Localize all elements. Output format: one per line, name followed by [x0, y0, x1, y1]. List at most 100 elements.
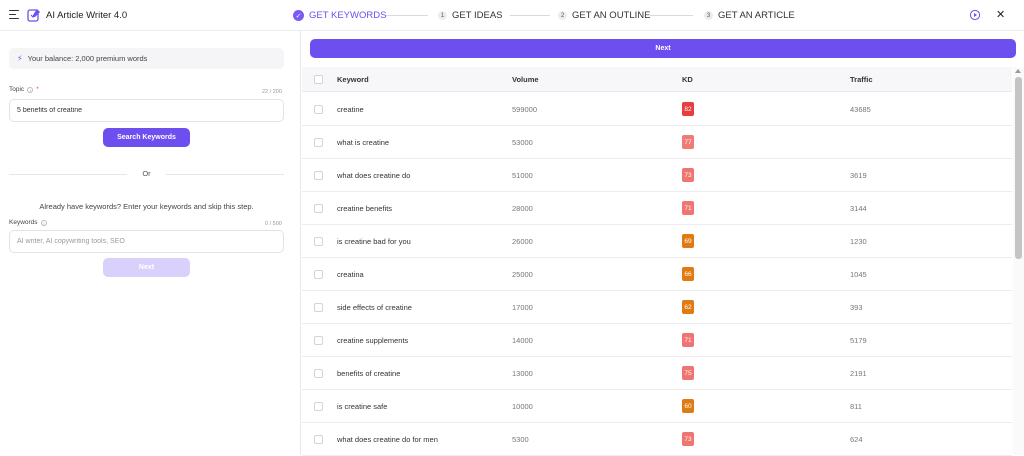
required-mark: *: [36, 86, 39, 93]
play-circle-icon[interactable]: [969, 9, 981, 21]
article-writer-logo-icon: [27, 9, 40, 22]
table-row[interactable]: what does creatine do for men 5300 73 624: [302, 423, 1012, 456]
keywords-char-counter: 0 / 500: [265, 221, 282, 227]
volume-cell: 13000: [512, 369, 533, 378]
table-row[interactable]: benefits of creatine 13000 75 2191: [302, 357, 1012, 390]
keywords-label-row: Keywords i: [9, 219, 47, 226]
table-row[interactable]: what is creatine 53000 77: [302, 126, 1012, 159]
kd-badge: 75: [682, 366, 694, 380]
step-number: 1: [438, 11, 447, 20]
lightning-icon: ⚡: [17, 54, 23, 63]
volume-cell: 26000: [512, 237, 533, 246]
column-traffic[interactable]: Traffic: [850, 75, 873, 84]
step-get-outline[interactable]: 2 GET AN OUTLINE: [558, 0, 650, 31]
table-row[interactable]: creatine 599000 82 43685: [302, 93, 1012, 126]
kd-badge: 66: [682, 267, 694, 281]
step-connector: [386, 15, 428, 16]
balance-text: Your balance: 2,000 premium words: [27, 54, 148, 63]
row-checkbox[interactable]: [314, 369, 323, 378]
table-header: Keyword Volume KD Traffic: [302, 67, 1012, 92]
traffic-cell: 811: [850, 402, 862, 411]
balance-banner: ⚡ Your balance: 2,000 premium words: [9, 48, 284, 69]
volume-cell: 10000: [512, 402, 533, 411]
table-row[interactable]: is creatine safe 10000 60 811: [302, 390, 1012, 423]
keyword-cell: is creatine bad for you: [337, 237, 411, 246]
step-number: 3: [704, 11, 713, 20]
or-text: Or: [142, 169, 151, 178]
row-checkbox[interactable]: [314, 105, 323, 114]
row-checkbox[interactable]: [314, 303, 323, 312]
volume-cell: 14000: [512, 336, 533, 345]
traffic-cell: 3619: [850, 171, 867, 180]
step-number: 2: [558, 11, 567, 20]
row-checkbox[interactable]: [314, 237, 323, 246]
app-title: AI Article Writer 4.0: [46, 10, 128, 21]
table-row[interactable]: creatine supplements 14000 71 5179: [302, 324, 1012, 357]
step-get-ideas[interactable]: 1 GET IDEAS: [438, 0, 503, 31]
step-get-article[interactable]: 3 GET AN ARTICLE: [704, 0, 795, 31]
keyword-cell: creatina: [337, 270, 364, 279]
volume-cell: 25000: [512, 270, 533, 279]
volume-cell: 53000: [512, 138, 533, 147]
volume-cell: 17000: [512, 303, 533, 312]
step-get-keywords[interactable]: ✓ GET KEYWORDS: [293, 0, 386, 31]
scrollbar-thumb[interactable]: [1015, 77, 1022, 259]
next-button[interactable]: Next: [310, 39, 1016, 58]
volume-cell: 28000: [512, 204, 533, 213]
traffic-cell: 43685: [850, 105, 871, 114]
topic-label-row: Topic i *: [9, 86, 39, 93]
table-row[interactable]: what does creatine do 51000 73 3619: [302, 159, 1012, 192]
topic-char-counter: 22 / 200: [262, 89, 282, 95]
column-volume[interactable]: Volume: [512, 75, 539, 84]
column-kd[interactable]: KD: [682, 75, 693, 84]
table-row[interactable]: is creatine bad for you 26000 69 1230: [302, 225, 1012, 258]
column-keyword[interactable]: Keyword: [337, 75, 369, 84]
top-bar: AI Article Writer 4.0 ✓ GET KEYWORDS 1 G…: [0, 0, 1024, 31]
table-row[interactable]: side effects of creatine 17000 62 393: [302, 291, 1012, 324]
row-checkbox[interactable]: [314, 171, 323, 180]
volume-cell: 5300: [512, 435, 529, 444]
menu-icon[interactable]: [9, 10, 19, 19]
keyword-cell: benefits of creatine: [337, 369, 401, 378]
table-row[interactable]: creatina 25000 66 1045: [302, 258, 1012, 291]
traffic-cell: 5179: [850, 336, 867, 345]
row-checkbox[interactable]: [314, 138, 323, 147]
kd-badge: 62: [682, 300, 694, 314]
keyword-cell: what does creatine do: [337, 171, 411, 180]
kd-badge: 73: [682, 432, 694, 446]
search-keywords-button[interactable]: Search Keywords: [103, 128, 190, 147]
step-label: GET IDEAS: [452, 10, 503, 21]
step-connector: [650, 15, 693, 16]
scroll-up-arrow-icon[interactable]: [1015, 69, 1021, 73]
step-connector: [510, 15, 550, 16]
topic-input[interactable]: [9, 99, 284, 122]
skip-helper-text: Already have keywords? Enter your keywor…: [39, 202, 254, 211]
topic-label: Topic: [9, 86, 25, 93]
keyword-cell: what is creatine: [337, 138, 390, 147]
info-icon[interactable]: i: [27, 86, 34, 93]
kd-badge: 77: [682, 135, 694, 149]
row-checkbox[interactable]: [314, 336, 323, 345]
table-row[interactable]: creatine benefits 28000 71 3144: [302, 192, 1012, 225]
traffic-cell: 2191: [850, 369, 867, 378]
traffic-cell: 393: [850, 303, 863, 312]
or-divider: Or: [9, 169, 284, 179]
kd-badge: 71: [682, 333, 694, 347]
keyword-cell: creatine: [337, 105, 364, 114]
info-icon[interactable]: i: [40, 219, 47, 226]
keywords-input[interactable]: [9, 230, 284, 253]
close-icon[interactable]: ✕: [996, 8, 1005, 22]
traffic-cell: 3144: [850, 204, 867, 213]
kd-badge: 69: [682, 234, 694, 248]
next-button-disabled: Next: [103, 258, 190, 277]
keyword-cell: what does creatine do for men: [337, 435, 438, 444]
row-checkbox[interactable]: [314, 435, 323, 444]
row-checkbox[interactable]: [314, 204, 323, 213]
step-label: GET AN OUTLINE: [572, 10, 651, 21]
step-label: GET AN ARTICLE: [718, 10, 795, 21]
keyword-cell: is creatine safe: [337, 402, 388, 411]
row-checkbox[interactable]: [314, 270, 323, 279]
row-checkbox[interactable]: [314, 402, 323, 411]
select-all-checkbox[interactable]: [314, 75, 323, 84]
kd-badge: 60: [682, 399, 694, 413]
